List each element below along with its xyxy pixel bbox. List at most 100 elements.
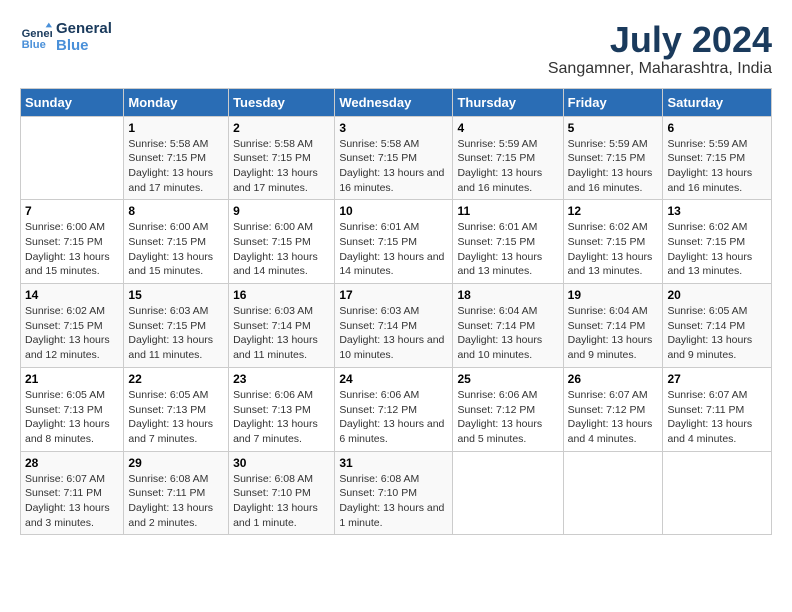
day-info: Sunrise: 6:08 AM Sunset: 7:10 PM Dayligh…: [233, 472, 330, 531]
calendar-cell: 31 Sunrise: 6:08 AM Sunset: 7:10 PM Dayli…: [335, 451, 453, 535]
calendar-cell: 13Sunrise: 6:02 AM Sunset: 7:15 PM Dayli…: [663, 200, 772, 284]
day-number: 24: [339, 372, 448, 386]
calendar-cell: 4 Sunrise: 5:59 AM Sunset: 7:15 PM Daylig…: [453, 116, 563, 200]
day-info: Sunrise: 6:06 AM Sunset: 7:13 PM Dayligh…: [233, 388, 330, 447]
title-block: July 2024 Sangamner, Maharashtra, India: [548, 20, 772, 78]
day-info: Sunrise: 6:02 AM Sunset: 7:15 PM Dayligh…: [667, 220, 767, 279]
calendar-cell: 6 Sunrise: 5:59 AM Sunset: 7:15 PM Daylig…: [663, 116, 772, 200]
day-info: Sunrise: 6:07 AM Sunset: 7:12 PM Dayligh…: [568, 388, 659, 447]
calendar-cell: [453, 451, 563, 535]
calendar-cell: 5 Sunrise: 5:59 AM Sunset: 7:15 PM Daylig…: [563, 116, 663, 200]
calendar-cell: 7 Sunrise: 6:00 AM Sunset: 7:15 PM Daylig…: [21, 200, 124, 284]
logo-icon: General Blue: [20, 21, 52, 53]
day-info: Sunrise: 5:59 AM Sunset: 7:15 PM Dayligh…: [568, 137, 659, 196]
day-info: Sunrise: 6:04 AM Sunset: 7:14 PM Dayligh…: [568, 304, 659, 363]
calendar-cell: 28Sunrise: 6:07 AM Sunset: 7:11 PM Dayli…: [21, 451, 124, 535]
main-title: July 2024: [548, 20, 772, 60]
calendar-cell: 23 Sunrise: 6:06 AM Sunset: 7:13 PM Dayli…: [229, 367, 335, 451]
day-number: 4: [457, 121, 558, 135]
calendar-cell: 26Sunrise: 6:07 AM Sunset: 7:12 PM Dayli…: [563, 367, 663, 451]
logo-line2: Blue: [56, 37, 112, 54]
day-number: 18: [457, 288, 558, 302]
header-row: SundayMondayTuesdayWednesdayThursdayFrid…: [21, 88, 772, 116]
col-header-tuesday: Tuesday: [229, 88, 335, 116]
calendar-cell: 8Sunrise: 6:00 AM Sunset: 7:15 PM Daylig…: [124, 200, 229, 284]
calendar-cell: 11 Sunrise: 6:01 AM Sunset: 7:15 PM Dayli…: [453, 200, 563, 284]
day-info: Sunrise: 6:07 AM Sunset: 7:11 PM Dayligh…: [667, 388, 767, 447]
day-number: 29: [128, 456, 224, 470]
day-info: Sunrise: 6:03 AM Sunset: 7:14 PM Dayligh…: [233, 304, 330, 363]
day-info: Sunrise: 6:00 AM Sunset: 7:15 PM Dayligh…: [128, 220, 224, 279]
day-info: Sunrise: 6:06 AM Sunset: 7:12 PM Dayligh…: [339, 388, 448, 447]
col-header-wednesday: Wednesday: [335, 88, 453, 116]
col-header-monday: Monday: [124, 88, 229, 116]
calendar-cell: 17 Sunrise: 6:03 AM Sunset: 7:14 PM Dayli…: [335, 284, 453, 368]
calendar-cell: 9Sunrise: 6:00 AM Sunset: 7:15 PM Daylig…: [229, 200, 335, 284]
day-number: 27: [667, 372, 767, 386]
day-number: 12: [568, 204, 659, 218]
day-info: Sunrise: 6:00 AM Sunset: 7:15 PM Dayligh…: [25, 220, 119, 279]
day-number: 16: [233, 288, 330, 302]
calendar-cell: 24 Sunrise: 6:06 AM Sunset: 7:12 PM Dayli…: [335, 367, 453, 451]
day-number: 2: [233, 121, 330, 135]
col-header-friday: Friday: [563, 88, 663, 116]
day-number: 28: [25, 456, 119, 470]
day-number: 31: [339, 456, 448, 470]
calendar-cell: [21, 116, 124, 200]
calendar-cell: 18 Sunrise: 6:04 AM Sunset: 7:14 PM Dayli…: [453, 284, 563, 368]
day-number: 23: [233, 372, 330, 386]
calendar-cell: 21 Sunrise: 6:05 AM Sunset: 7:13 PM Dayli…: [21, 367, 124, 451]
col-header-sunday: Sunday: [21, 88, 124, 116]
col-header-thursday: Thursday: [453, 88, 563, 116]
calendar-cell: 20 Sunrise: 6:05 AM Sunset: 7:14 PM Dayli…: [663, 284, 772, 368]
day-info: Sunrise: 6:04 AM Sunset: 7:14 PM Dayligh…: [457, 304, 558, 363]
day-info: Sunrise: 6:08 AM Sunset: 7:10 PM Dayligh…: [339, 472, 448, 531]
calendar-cell: 2 Sunrise: 5:58 AM Sunset: 7:15 PM Daylig…: [229, 116, 335, 200]
day-number: 10: [339, 204, 448, 218]
day-number: 3: [339, 121, 448, 135]
day-info: Sunrise: 6:02 AM Sunset: 7:15 PM Dayligh…: [25, 304, 119, 363]
calendar-cell: 15Sunrise: 6:03 AM Sunset: 7:15 PM Dayli…: [124, 284, 229, 368]
day-info: Sunrise: 6:01 AM Sunset: 7:15 PM Dayligh…: [457, 220, 558, 279]
week-row-5: 28Sunrise: 6:07 AM Sunset: 7:11 PM Dayli…: [21, 451, 772, 535]
day-number: 14: [25, 288, 119, 302]
day-number: 1: [128, 121, 224, 135]
day-info: Sunrise: 5:58 AM Sunset: 7:15 PM Dayligh…: [233, 137, 330, 196]
day-number: 25: [457, 372, 558, 386]
calendar-table: SundayMondayTuesdayWednesdayThursdayFrid…: [20, 88, 772, 536]
day-number: 7: [25, 204, 119, 218]
page-header: General Blue General Blue July 2024 Sang…: [20, 20, 772, 78]
day-number: 5: [568, 121, 659, 135]
day-number: 9: [233, 204, 330, 218]
week-row-4: 21 Sunrise: 6:05 AM Sunset: 7:13 PM Dayli…: [21, 367, 772, 451]
week-row-2: 7 Sunrise: 6:00 AM Sunset: 7:15 PM Daylig…: [21, 200, 772, 284]
calendar-cell: 16 Sunrise: 6:03 AM Sunset: 7:14 PM Dayli…: [229, 284, 335, 368]
week-row-1: 1 Sunrise: 5:58 AM Sunset: 7:15 PM Daylig…: [21, 116, 772, 200]
day-number: 20: [667, 288, 767, 302]
day-number: 11: [457, 204, 558, 218]
calendar-cell: 14 Sunrise: 6:02 AM Sunset: 7:15 PM Dayli…: [21, 284, 124, 368]
col-header-saturday: Saturday: [663, 88, 772, 116]
calendar-cell: [663, 451, 772, 535]
day-number: 22: [128, 372, 224, 386]
calendar-cell: 12Sunrise: 6:02 AM Sunset: 7:15 PM Dayli…: [563, 200, 663, 284]
svg-text:Blue: Blue: [22, 39, 46, 51]
day-info: Sunrise: 6:03 AM Sunset: 7:14 PM Dayligh…: [339, 304, 448, 363]
day-number: 21: [25, 372, 119, 386]
day-info: Sunrise: 6:01 AM Sunset: 7:15 PM Dayligh…: [339, 220, 448, 279]
day-info: Sunrise: 6:08 AM Sunset: 7:11 PM Dayligh…: [128, 472, 224, 531]
day-info: Sunrise: 6:05 AM Sunset: 7:14 PM Dayligh…: [667, 304, 767, 363]
day-info: Sunrise: 5:59 AM Sunset: 7:15 PM Dayligh…: [667, 137, 767, 196]
calendar-cell: [563, 451, 663, 535]
day-info: Sunrise: 6:05 AM Sunset: 7:13 PM Dayligh…: [128, 388, 224, 447]
day-info: Sunrise: 5:58 AM Sunset: 7:15 PM Dayligh…: [128, 137, 224, 196]
calendar-cell: 29 Sunrise: 6:08 AM Sunset: 7:11 PM Dayli…: [124, 451, 229, 535]
logo-line1: General: [56, 20, 112, 37]
day-number: 17: [339, 288, 448, 302]
day-number: 6: [667, 121, 767, 135]
day-number: 30: [233, 456, 330, 470]
calendar-cell: 10 Sunrise: 6:01 AM Sunset: 7:15 PM Dayli…: [335, 200, 453, 284]
day-info: Sunrise: 6:05 AM Sunset: 7:13 PM Dayligh…: [25, 388, 119, 447]
calendar-cell: 3Sunrise: 5:58 AM Sunset: 7:15 PM Daylig…: [335, 116, 453, 200]
day-info: Sunrise: 5:59 AM Sunset: 7:15 PM Dayligh…: [457, 137, 558, 196]
